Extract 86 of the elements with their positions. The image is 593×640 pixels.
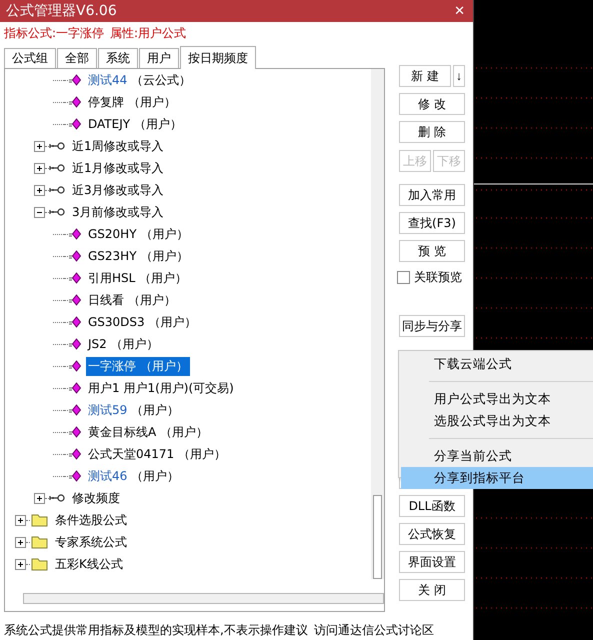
diamond-icon <box>68 250 81 262</box>
tab[interactable]: 公式组 <box>4 48 56 68</box>
checkbox-label: 关联预览 <box>414 268 462 286</box>
expand-icon[interactable] <box>15 558 26 570</box>
expand-icon[interactable] <box>34 162 45 174</box>
horizontal-scrollbar[interactable] <box>23 593 384 604</box>
expand-icon[interactable] <box>34 492 45 504</box>
forum-link[interactable]: 访问通达信公式讨论区 <box>314 622 434 639</box>
expand-icon[interactable] <box>15 514 26 526</box>
formula-item[interactable]: 公式天堂04171 （用户） <box>86 444 228 464</box>
window-title: 公式管理器V6.06 <box>6 2 117 20</box>
action-button[interactable]: 删 除 <box>399 121 465 143</box>
expand-icon[interactable] <box>15 536 26 548</box>
formula-item[interactable]: 测试46 （用户） <box>86 466 182 486</box>
menu-item[interactable]: 选股公式导出为文本 <box>401 410 593 432</box>
expand-icon[interactable] <box>34 184 45 196</box>
diamond-icon <box>68 96 81 108</box>
group-item[interactable]: 3月前修改或导入 <box>70 202 166 222</box>
menu-item[interactable]: 用户公式导出为文本 <box>401 388 593 410</box>
diamond-icon <box>68 426 81 438</box>
tab[interactable]: 用户 <box>139 48 179 68</box>
folder-item[interactable]: 专家系统公式 <box>53 532 129 552</box>
diamond-icon <box>68 74 81 86</box>
group-item[interactable]: 修改频度 <box>70 488 122 508</box>
tab[interactable]: 按日期频度 <box>180 46 256 69</box>
formula-item[interactable]: 测试59 （用户） <box>86 400 182 420</box>
key-icon <box>49 142 65 150</box>
diamond-icon <box>68 404 81 416</box>
formula-item[interactable]: 一字涨停 （用户） <box>86 356 190 376</box>
formula-item[interactable]: GS20HY （用户） <box>86 224 190 244</box>
action-button[interactable]: 公式恢复 <box>399 523 465 545</box>
action-button[interactable]: 同步与分享 <box>399 315 465 337</box>
formula-item[interactable]: JS2 （用户） <box>86 334 161 354</box>
formula-item[interactable]: DATEJY （用户） <box>86 114 184 134</box>
diamond-icon <box>68 448 81 460</box>
status-text: 系统公式提供常用指标及模型的实现样本,不表示操作建议 <box>4 622 308 639</box>
action-button[interactable]: 查找(F3) <box>399 212 465 234</box>
diamond-icon <box>68 338 81 350</box>
folder-item[interactable]: 条件选股公式 <box>53 510 129 530</box>
diamond-icon <box>68 228 81 240</box>
collapse-icon[interactable] <box>34 206 45 218</box>
tab[interactable]: 系统 <box>98 48 138 68</box>
group-item[interactable]: 近1周修改或导入 <box>70 136 166 156</box>
action-button[interactable]: 界面设置 <box>399 551 465 573</box>
action-button[interactable]: DLL函数 <box>399 495 465 517</box>
menu-item[interactable]: 下载云端公式 <box>401 353 593 375</box>
formula-item[interactable]: GS30DS3 （用户） <box>86 312 199 332</box>
diamond-icon <box>68 272 81 284</box>
formula-item[interactable]: 黄金目标线A （用户） <box>86 422 210 442</box>
key-icon <box>49 164 65 172</box>
diamond-icon <box>68 316 81 328</box>
key-icon <box>49 494 65 502</box>
formula-item[interactable]: 停复牌 （用户） <box>86 92 178 112</box>
formula-item[interactable]: 引用HSL （用户） <box>86 268 190 288</box>
new-button[interactable]: 新 建 <box>399 65 451 87</box>
close-button[interactable]: ✕ <box>454 4 465 18</box>
diamond-icon <box>68 382 81 394</box>
formula-info: 指标公式:一字涨停 <box>4 24 104 42</box>
folder-icon <box>31 535 48 549</box>
group-item[interactable]: 近1月修改或导入 <box>70 158 166 178</box>
action-button[interactable]: 关 闭 <box>399 579 465 601</box>
checkbox[interactable] <box>397 270 410 284</box>
action-button[interactable]: 预 览 <box>399 240 465 262</box>
formula-item[interactable]: 用户1 用户1(用户)(可交易) <box>86 378 236 398</box>
folder-item[interactable]: 五彩K线公式 <box>53 554 125 574</box>
key-icon <box>49 186 65 194</box>
expand-icon[interactable] <box>34 140 45 152</box>
action-button[interactable]: 加入常用 <box>399 184 465 206</box>
formula-item[interactable]: 测试44 （云公式） <box>86 70 194 90</box>
key-icon <box>49 208 65 216</box>
group-item[interactable]: 近3月修改或导入 <box>70 180 166 200</box>
menu-item[interactable]: 分享当前公式 <box>401 445 593 467</box>
folder-icon <box>31 513 48 527</box>
diamond-icon <box>68 118 81 130</box>
diamond-icon <box>68 360 81 372</box>
formula-item[interactable]: 日线看 （用户） <box>86 290 178 310</box>
formula-item[interactable]: GS23HY （用户） <box>86 246 190 266</box>
dropdown-arrow-button[interactable]: ↓ <box>453 65 465 87</box>
folder-icon <box>31 557 48 571</box>
vertical-scrollbar[interactable] <box>371 69 384 579</box>
attribute-info: 属性:用户公式 <box>110 24 186 42</box>
diamond-icon <box>68 470 81 482</box>
diamond-icon <box>68 294 81 306</box>
action-button[interactable]: 修 改 <box>399 93 465 115</box>
tab[interactable]: 全部 <box>57 48 97 68</box>
menu-item[interactable]: 分享到指标平台 <box>401 467 593 489</box>
